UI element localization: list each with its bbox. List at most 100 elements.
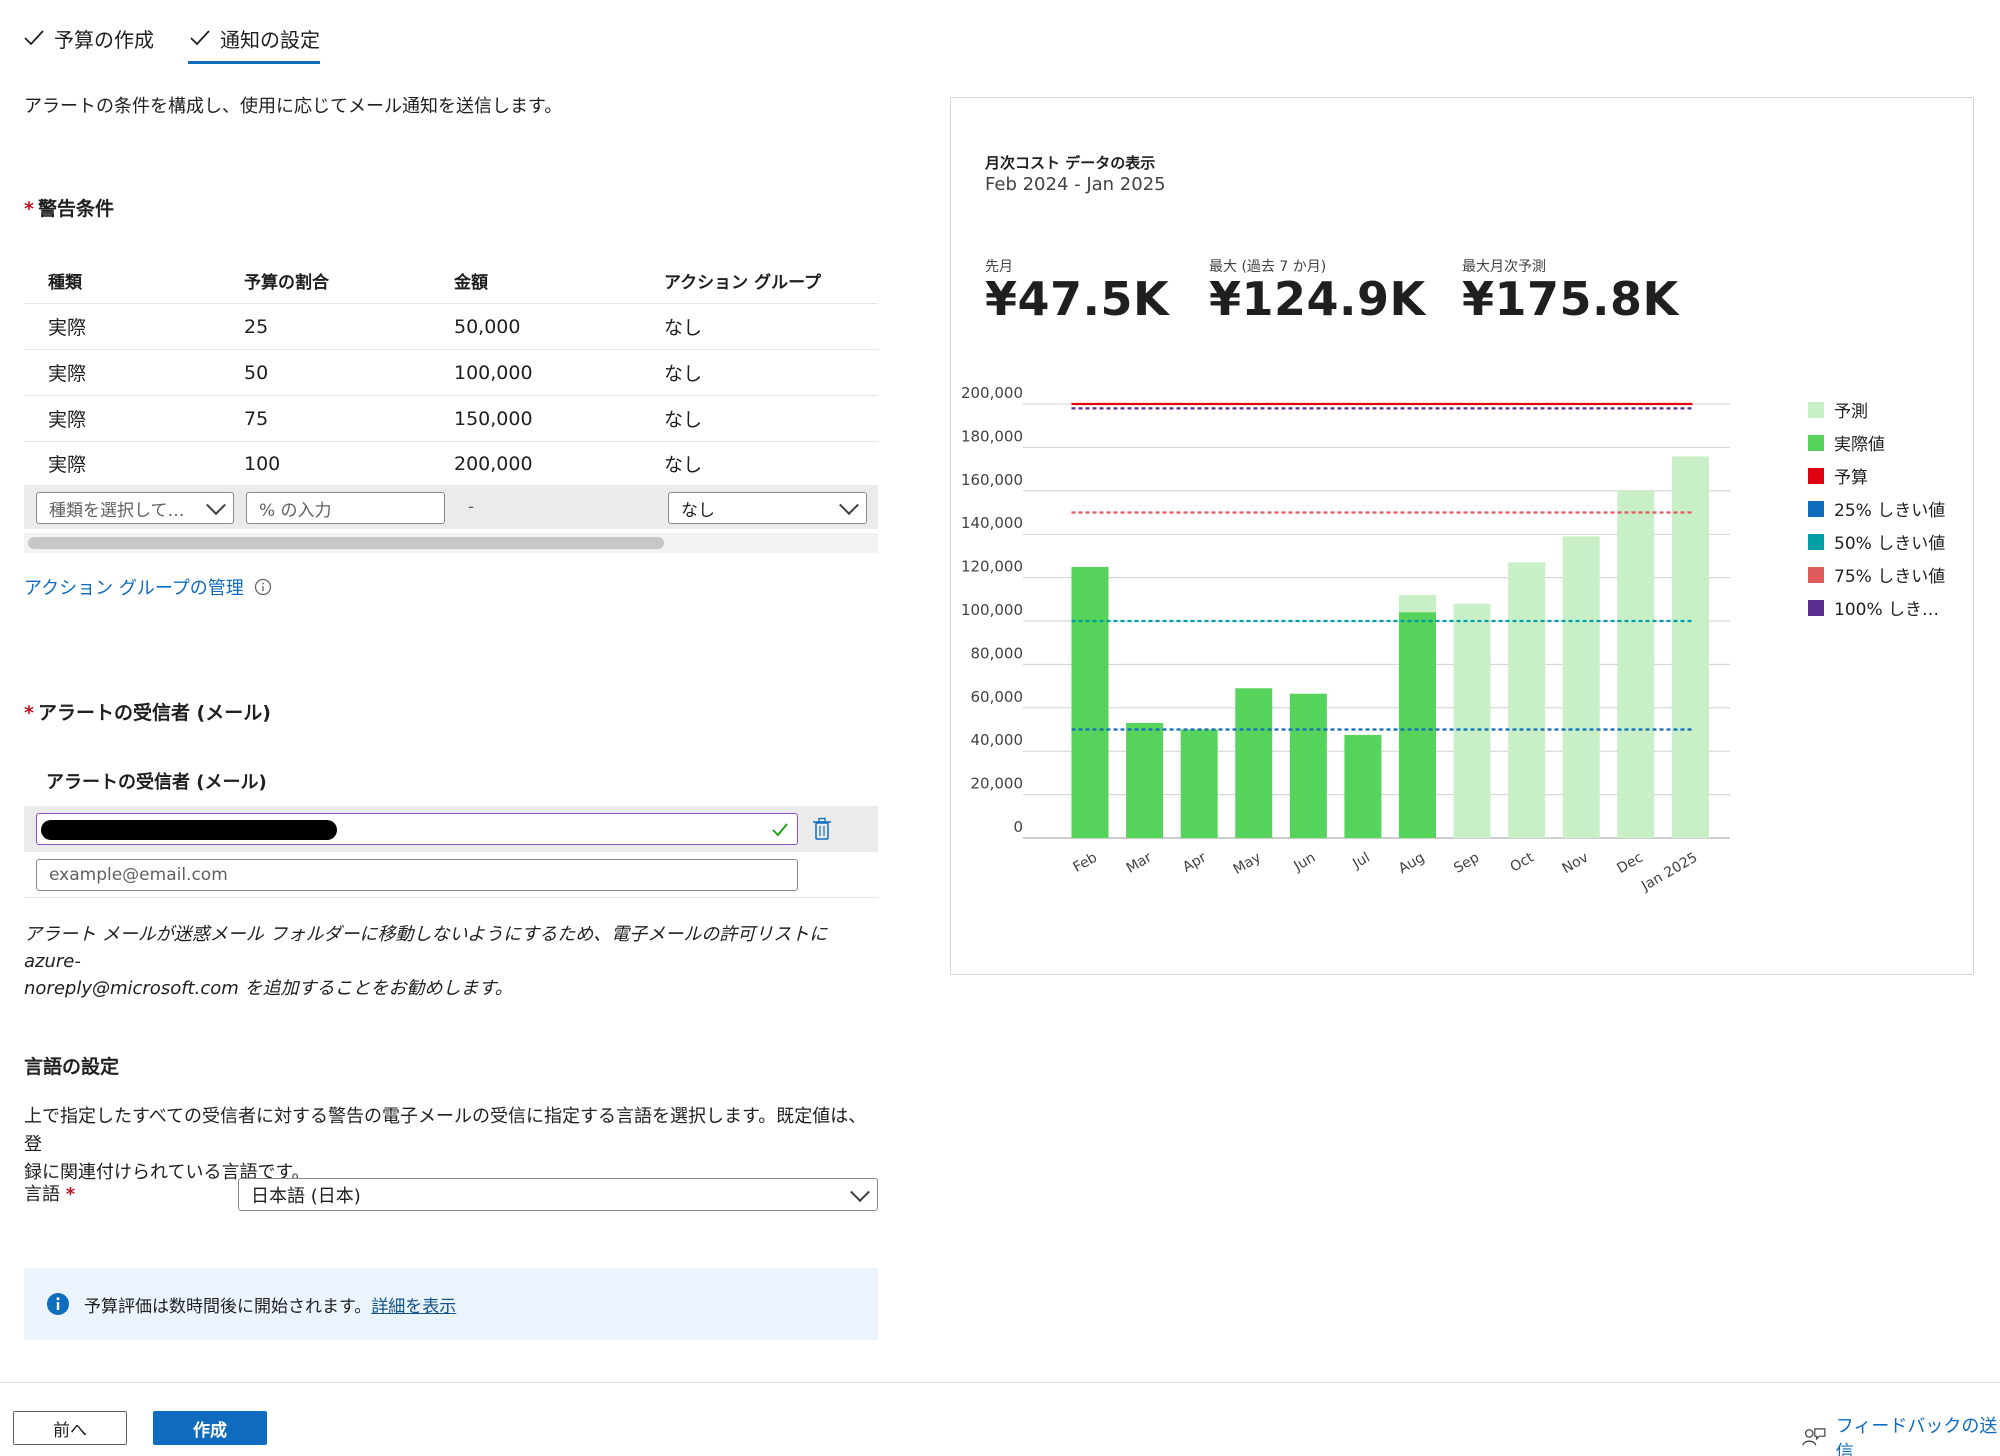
cell-percent: 25 [244, 315, 269, 338]
legend-label: 100% しき… [1834, 600, 1940, 620]
create-button[interactable]: 作成 [153, 1411, 267, 1445]
checkmark-icon [24, 30, 44, 46]
actual-bar [1399, 612, 1436, 838]
percent-input-placeholder: % の入力 [259, 500, 332, 521]
y-tick-label: 200,000 [961, 384, 1023, 402]
header-action-group: アクション グループ [664, 273, 822, 293]
recipient-email-input[interactable] [36, 813, 798, 845]
chevron-down-icon [206, 495, 226, 516]
forecast-bar [1508, 562, 1546, 838]
allowlist-note: アラート メールが迷惑メール フォルダーに移動しないようにするため、電子メールの… [24, 921, 884, 1002]
info-text: 予算評価は数時間後に開始されます。 [84, 1297, 372, 1317]
cell-type: 実際 [48, 317, 87, 339]
y-tick-label: 180,000 [961, 427, 1023, 445]
x-tick-label: Sep [1451, 850, 1482, 877]
action-group-value: なし [681, 500, 715, 521]
x-tick-label: Jan 2025 [1638, 850, 1700, 895]
legend-swatch [1808, 500, 1824, 517]
tab-notification-settings[interactable]: 通知の設定 [188, 18, 320, 64]
legend-swatch [1808, 467, 1824, 484]
kpi-value: ¥124.9K [1209, 272, 1426, 326]
x-tick-label: Nov [1560, 850, 1592, 878]
alert-conditions-title: * 警告条件 [24, 198, 114, 220]
actual-bar [1344, 734, 1382, 838]
legend-item[interactable]: 実際値 [1808, 430, 1885, 455]
new-recipient-email-input[interactable]: example@email.com [36, 859, 798, 891]
info-message: 予算評価は数時間後に開始されます。詳細を表示 [84, 1292, 456, 1317]
cell-amount: 100,000 [454, 361, 533, 384]
legend-label: 25% しきい値 [1834, 501, 1946, 521]
y-tick-label: 140,000 [961, 514, 1023, 532]
type-select-dropdown[interactable]: 種類を選択して… [36, 492, 234, 524]
action-group-dropdown[interactable]: なし [668, 492, 867, 524]
forecast-bar [1453, 603, 1491, 838]
info-icon[interactable] [254, 578, 272, 596]
required-asterisk: * [24, 198, 34, 220]
manage-action-groups: アクション グループの管理 [24, 574, 272, 600]
chevron-down-icon [850, 1181, 870, 1202]
intro-text: アラートの条件を構成し、使用に応じてメール通知を送信します。 [24, 96, 563, 117]
language-value: 日本語 (日本) [251, 1185, 361, 1207]
monthly-cost-chart: 0 20,000 40,000 60,000 80,000 100,000 120,000 1… [961, 384, 1730, 895]
legend-label: 50% しきい値 [1834, 534, 1946, 554]
cell-type: 実際 [48, 363, 87, 385]
header-type: 種類 [48, 273, 82, 293]
divider [24, 897, 878, 898]
prev-button[interactable]: 前へ [13, 1411, 127, 1445]
table-row: 実際 75 150,000 なし [24, 396, 878, 442]
x-tick-label: Apr [1180, 849, 1209, 875]
x-tick-label: Dec [1614, 850, 1645, 877]
tab-label: 予算の作成 [54, 27, 154, 52]
y-tick-label: 20,000 [971, 775, 1024, 793]
delete-icon[interactable] [812, 817, 832, 841]
legend-label: 予算 [1834, 468, 1868, 488]
feedback-icon [1802, 1428, 1826, 1446]
x-tick-label: Jul [1349, 850, 1373, 873]
cell-action-group: なし [664, 363, 703, 385]
manage-action-groups-link[interactable]: アクション グループの管理 [24, 574, 244, 600]
cell-percent: 50 [244, 361, 269, 384]
cell-action-group: なし [664, 409, 703, 431]
table-row: 実際 25 50,000 なし [24, 304, 878, 350]
x-tick-label: Aug [1396, 850, 1428, 878]
legend-item[interactable]: 予算 [1808, 463, 1868, 488]
cell-amount: 50,000 [454, 315, 521, 338]
y-tick-label: 120,000 [961, 558, 1023, 576]
y-tick-label: 100,000 [961, 601, 1023, 619]
table-row: 実際 50 100,000 なし [24, 350, 878, 396]
email-placeholder: example@email.com [49, 865, 228, 885]
y-tick-label: 60,000 [971, 688, 1024, 706]
required-asterisk: * [24, 702, 34, 724]
y-tick-label: 80,000 [971, 644, 1024, 662]
details-link[interactable]: 詳細を表示 [371, 1297, 456, 1317]
legend-swatch [1808, 401, 1824, 418]
cell-percent: 75 [244, 407, 269, 430]
x-tick-label: Oct [1508, 849, 1537, 875]
legend-label: 実際値 [1834, 435, 1885, 455]
legend-item[interactable]: 予測 [1808, 397, 1868, 422]
x-tick-label: Jun [1291, 850, 1319, 875]
chart-range: Feb 2024 - Jan 2025 [985, 174, 1166, 195]
legend-item[interactable]: 75% しきい値 [1808, 562, 1945, 587]
header-percent: 予算の割合 [244, 273, 329, 293]
tab-create-budget[interactable]: 予算の作成 [22, 18, 154, 58]
cell-amount: 200,000 [454, 452, 533, 475]
language-label: 言語 * [24, 1184, 76, 1205]
percent-input[interactable]: % の入力 [246, 492, 445, 524]
type-select-placeholder: 種類を選択して… [49, 500, 185, 521]
forecast-bar [1617, 490, 1655, 838]
forecast-bar [1562, 536, 1600, 838]
new-row-amount: - [468, 497, 475, 517]
legend-item[interactable]: 50% しきい値 [1808, 529, 1945, 554]
language-dropdown[interactable]: 日本語 (日本) [238, 1178, 878, 1211]
legend-label: 予測 [1834, 402, 1868, 422]
legend-item[interactable]: 100% しき… [1808, 595, 1939, 620]
recipients-column-header: アラートの受信者 (メール) [46, 772, 267, 793]
legend-item[interactable]: 25% しきい値 [1808, 496, 1945, 521]
recipients-title: * アラートの受信者 (メール) [24, 702, 271, 724]
info-bar: 予算評価は数時間後に開始されます。詳細を表示 [24, 1268, 878, 1340]
x-tick-label: Feb [1071, 850, 1101, 876]
feedback-link[interactable]: フィードバックの送信 [1802, 1412, 2000, 1456]
legend-swatch [1808, 566, 1824, 583]
horizontal-scrollbar[interactable] [28, 537, 664, 549]
